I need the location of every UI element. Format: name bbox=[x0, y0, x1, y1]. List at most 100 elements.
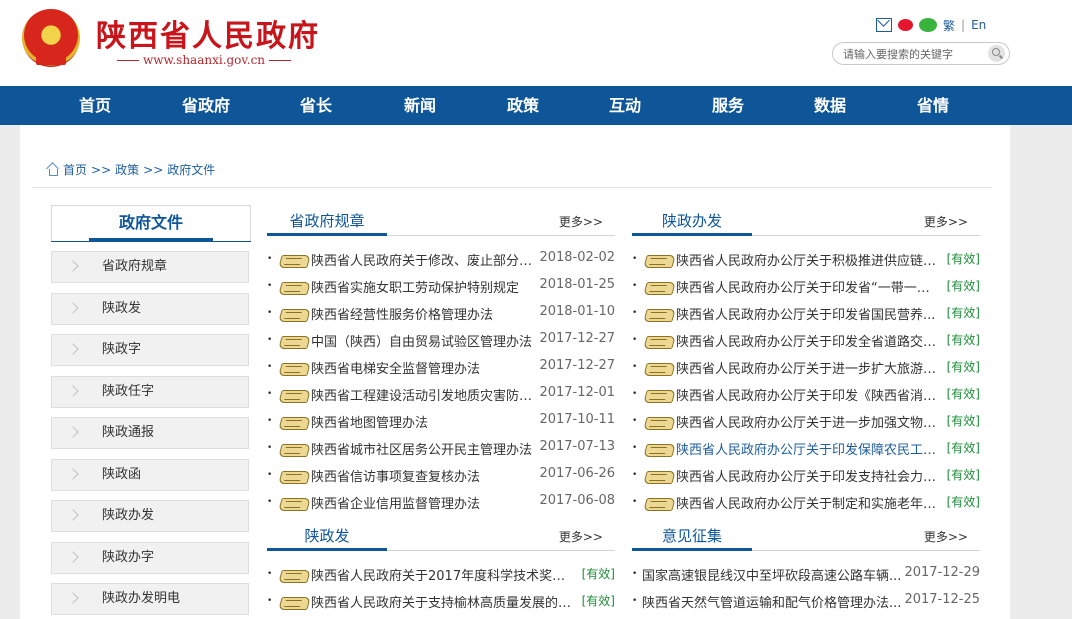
status-badge: [有效] bbox=[946, 468, 980, 482]
sidebar-item[interactable]: 陕政字 bbox=[51, 334, 249, 366]
document-link[interactable]: 陕西省人民政府办公厅关于印发保障农民工工... bbox=[676, 439, 942, 458]
document-link[interactable]: 陕西省人民政府办公厅关于印发全省道路交通... bbox=[676, 331, 942, 350]
sidebar-item[interactable]: 陕政办发 bbox=[51, 500, 249, 532]
more-link[interactable]: 更多>> bbox=[559, 528, 603, 545]
sidebar-item[interactable]: 陕政发 bbox=[51, 292, 249, 325]
document-link[interactable]: 陕西省企业信用监督管理办法 bbox=[311, 493, 539, 512]
document-link[interactable]: 陕西省经营性服务价格管理办法 bbox=[311, 304, 539, 323]
section-public-consultation: 意见征集 更多>> • 国家高速银昆线汉中至坪砍段高速公路车辆... 2017-12… bbox=[632, 525, 980, 611]
publish-date: 2017-12-25 bbox=[904, 592, 980, 607]
bullet-icon: • bbox=[267, 497, 273, 507]
sidebar-item-label: 陕政办字 bbox=[102, 549, 155, 565]
sidebar-item[interactable]: 省政府规章 bbox=[51, 251, 249, 283]
breadcrumb-government-documents[interactable]: 政府文件 bbox=[167, 161, 215, 178]
search-icon[interactable] bbox=[988, 45, 1005, 62]
section-title[interactable]: 陕政发 bbox=[267, 525, 387, 551]
weibo-icon[interactable] bbox=[898, 19, 913, 31]
document-link[interactable]: 陕西省人民政府办公厅关于印发省国民营养... bbox=[676, 304, 942, 323]
sidebar-item-label: 陕政办发 bbox=[102, 508, 155, 523]
document-link[interactable]: 陕西省天然气管道运输和配气价格管理办法... bbox=[642, 592, 904, 611]
bullet-icon: • bbox=[267, 596, 273, 606]
section-title[interactable]: 陕政办发 bbox=[632, 210, 752, 236]
breadcrumb-policy[interactable]: 政策 bbox=[115, 161, 139, 178]
sidebar-title: 政府文件 bbox=[51, 205, 251, 241]
section-title[interactable]: 意见征集 bbox=[632, 525, 752, 551]
more-link[interactable]: 更多>> bbox=[924, 213, 968, 230]
section-header: 省政府规章 更多>> bbox=[267, 210, 615, 236]
chevron-right-icon bbox=[67, 592, 79, 604]
document-link[interactable]: 陕西省人民政府关于支持榆林高质量发展的意... bbox=[311, 592, 577, 611]
document-link[interactable]: 陕西省人民政府办公厅关于进一步加强文物安... bbox=[676, 412, 942, 431]
traditional-chinese-link[interactable]: 繁 bbox=[943, 17, 955, 34]
section-title[interactable]: 省政府规章 bbox=[267, 210, 387, 236]
nav-item-services[interactable]: 服务 bbox=[688, 86, 768, 125]
publish-date: 2018-01-10 bbox=[539, 304, 615, 319]
document-book-icon bbox=[279, 335, 309, 349]
document-link[interactable]: 陕西省人民政府办公厅关于制定和实施老年人... bbox=[676, 493, 942, 512]
sidebar-item[interactable]: 陕政办发明电 bbox=[51, 583, 249, 615]
status-badge: [有效] bbox=[581, 594, 615, 608]
wechat-icon[interactable] bbox=[919, 18, 937, 32]
nav-item-province-government[interactable]: 省政府 bbox=[166, 86, 246, 125]
nav-item-data[interactable]: 数据 bbox=[790, 86, 870, 125]
more-link[interactable]: 更多>> bbox=[924, 528, 968, 545]
bullet-icon: • bbox=[632, 416, 638, 426]
list-item: • 陕西省实施女职工劳动保护特别规定 2018-01-25 bbox=[267, 274, 615, 301]
document-link[interactable]: 陕西省人民政府关于2017年度科学技术奖励的... bbox=[311, 565, 577, 584]
publish-date: 2018-02-02 bbox=[539, 250, 615, 265]
document-link[interactable]: 陕西省电梯安全监督管理办法 bbox=[311, 358, 539, 377]
bullet-icon: • bbox=[632, 335, 638, 345]
mail-icon[interactable] bbox=[876, 18, 892, 32]
document-link[interactable]: 陕西省实施女职工劳动保护特别规定 bbox=[311, 277, 539, 296]
bullet-icon: • bbox=[632, 362, 638, 372]
nav-item-policy[interactable]: 政策 bbox=[483, 86, 563, 125]
list-item: • 陕西省人民政府办公厅关于印发《陕西省消防... [有效] bbox=[632, 382, 980, 409]
chevron-right-icon bbox=[67, 509, 79, 521]
chevron-right-icon bbox=[67, 384, 79, 397]
nav-item-home[interactable]: 首页 bbox=[55, 86, 135, 125]
document-link[interactable]: 陕西省人民政府关于修改、废止部分省... bbox=[311, 250, 539, 269]
search-input[interactable] bbox=[843, 46, 983, 62]
publish-date: 2017-10-11 bbox=[539, 412, 615, 427]
document-link[interactable]: 陕西省城市社区居务公开民主管理办法 bbox=[311, 439, 539, 458]
site-title[interactable]: 陕西省人民政府 bbox=[96, 11, 320, 55]
list-item: • 陕西省人民政府关于2017年度科学技术奖励的... [有效] bbox=[267, 562, 615, 589]
section-header: 意见征集 更多>> bbox=[632, 525, 980, 551]
document-link[interactable]: 陕西省信访事项复查复核办法 bbox=[311, 466, 539, 485]
nav-item-interaction[interactable]: 互动 bbox=[585, 86, 665, 125]
more-link[interactable]: 更多>> bbox=[559, 213, 603, 230]
document-link[interactable]: 陕西省人民政府办公厅关于印发省“一带一路... bbox=[676, 277, 942, 296]
list-item: • 陕西省人民政府关于支持榆林高质量发展的意... [有效] bbox=[267, 589, 615, 616]
nav-item-province-info[interactable]: 省情 bbox=[893, 86, 973, 125]
document-link[interactable]: 陕西省人民政府办公厅关于进一步扩大旅游文... bbox=[676, 358, 942, 377]
divider bbox=[32, 187, 992, 188]
search-box bbox=[832, 42, 1010, 65]
document-link[interactable]: 国家高速银昆线汉中至坪砍段高速公路车辆... bbox=[642, 565, 904, 584]
list-item: • 国家高速银昆线汉中至坪砍段高速公路车辆... 2017-12-29 bbox=[632, 562, 980, 589]
document-link[interactable]: 陕西省人民政府办公厅关于印发支持社会力量... bbox=[676, 466, 942, 485]
breadcrumb-home[interactable]: 首页 bbox=[63, 161, 87, 178]
bullet-icon: • bbox=[267, 470, 273, 480]
national-emblem-logo[interactable] bbox=[22, 9, 80, 67]
document-link[interactable]: 陕西省工程建设活动引发地质灾害防治... bbox=[311, 385, 539, 404]
sidebar-item[interactable]: 陕政任字 bbox=[51, 375, 249, 408]
publish-date: 2017-12-29 bbox=[904, 565, 980, 580]
sidebar-item[interactable]: 陕政办字 bbox=[51, 541, 249, 574]
bullet-icon: • bbox=[267, 416, 273, 426]
sidebar-item[interactable]: 陕政通报 bbox=[51, 417, 249, 449]
nav-item-news[interactable]: 新闻 bbox=[380, 86, 460, 125]
document-book-icon bbox=[279, 497, 309, 511]
status-badge: [有效] bbox=[946, 333, 980, 347]
sidebar-item-label: 省政府规章 bbox=[102, 259, 168, 274]
list-item: • 陕西省人民政府办公厅关于制定和实施老年人... [有效] bbox=[632, 490, 980, 517]
document-link[interactable]: 陕西省人民政府办公厅关于印发《陕西省消防... bbox=[676, 385, 942, 404]
sidebar-item[interactable]: 陕政函 bbox=[51, 458, 249, 491]
publish-date: 2017-06-08 bbox=[539, 493, 615, 508]
document-book-icon bbox=[279, 443, 309, 457]
bullet-icon: • bbox=[267, 335, 273, 345]
document-link[interactable]: 中国（陕西）自由贸易试验区管理办法 bbox=[311, 331, 539, 350]
english-link[interactable]: En bbox=[971, 18, 986, 32]
document-link[interactable]: 陕西省人民政府办公厅关于积极推进供应链创... bbox=[676, 250, 942, 269]
nav-item-governor[interactable]: 省长 bbox=[276, 86, 356, 125]
document-link[interactable]: 陕西省地图管理办法 bbox=[311, 412, 539, 431]
